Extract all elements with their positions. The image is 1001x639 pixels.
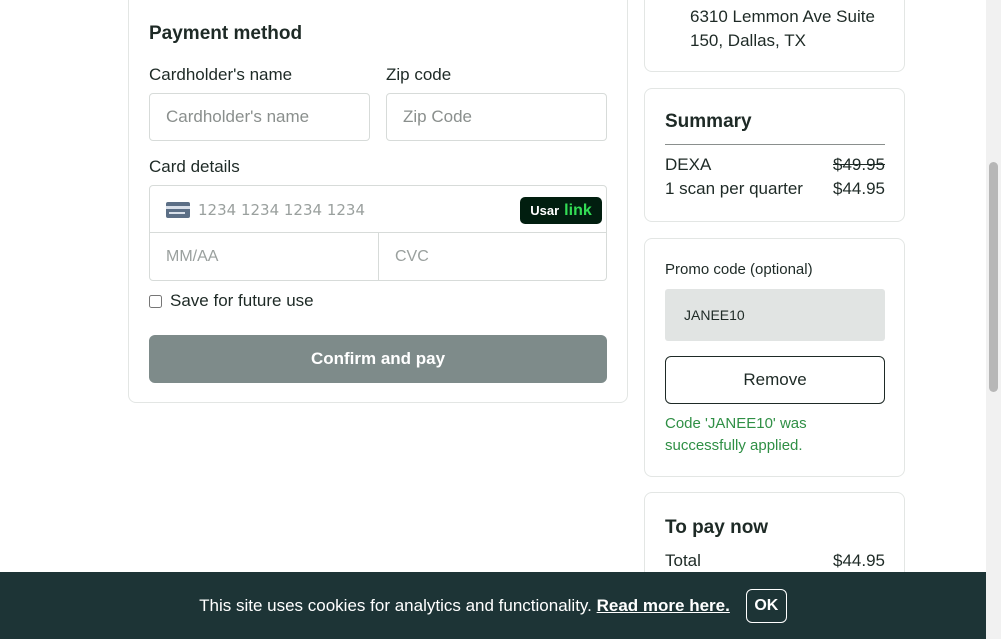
link-badge-prefix: Usar — [530, 203, 560, 218]
payment-method-title: Payment method — [149, 23, 303, 44]
card-number-input[interactable]: 1234 1234 1234 1234 Usar link — [150, 186, 606, 233]
summary-title: Summary — [665, 111, 752, 132]
cardholder-name-label: Cardholder's name — [149, 65, 293, 84]
card-details-field: 1234 1234 1234 1234 Usar link MM/AA CVC — [149, 185, 607, 281]
total-value: $44.95 — [833, 551, 885, 570]
read-more-link[interactable]: Read more here. — [597, 596, 730, 615]
zip-code-input[interactable] — [386, 93, 607, 141]
cardholder-name-input[interactable] — [149, 93, 370, 141]
promo-success-message: Code 'JANEE10' was successfully applied. — [665, 415, 807, 454]
summary-row-label: 1 scan per quarter — [665, 179, 803, 198]
address-text: 6310 Lemmon Ave Suite 150, Dallas, TX — [690, 5, 875, 53]
to-pay-title: To pay now — [665, 517, 769, 538]
summary-divider — [665, 144, 885, 145]
summary-card: Summary DEXA $49.95 1 scan per quarter $… — [644, 88, 905, 222]
total-label: Total — [665, 551, 701, 570]
confirm-and-pay-button[interactable]: Confirm and pay — [149, 335, 607, 383]
save-for-future-checkbox[interactable] — [149, 294, 162, 308]
summary-row: DEXA $49.95 — [665, 155, 885, 175]
save-for-future-row: Save for future use — [149, 291, 314, 311]
cookie-ok-button[interactable]: OK — [745, 588, 787, 623]
zip-code-label: Zip code — [386, 65, 452, 84]
cookie-banner: This site uses cookies for analytics and… — [0, 572, 986, 639]
remove-promo-button[interactable]: Remove — [665, 356, 885, 404]
summary-row: 1 scan per quarter $44.95 — [665, 179, 885, 199]
page-scrollbar[interactable] — [986, 0, 1001, 639]
address-card: 6310 Lemmon Ave Suite 150, Dallas, TX — [644, 0, 905, 72]
payment-method-card: Payment method Cardholder's name Zip cod… — [128, 0, 628, 403]
credit-card-icon — [166, 202, 190, 218]
save-for-future-label: Save for future use — [170, 291, 314, 310]
card-details-label: Card details — [149, 157, 240, 176]
cookie-message: This site uses cookies for analytics and… — [199, 596, 730, 616]
card-number-placeholder: 1234 1234 1234 1234 — [198, 201, 365, 219]
address-line-1: 6310 Lemmon Ave Suite — [690, 7, 875, 26]
summary-row-original-price: $49.95 — [833, 155, 885, 174]
promo-code-card: Promo code (optional) Remove Code 'JANEE… — [644, 238, 905, 477]
link-badge-brand: link — [564, 201, 592, 219]
expiry-placeholder: MM/AA — [166, 248, 219, 265]
cvc-input[interactable]: CVC — [379, 233, 607, 281]
cvc-placeholder: CVC — [395, 248, 429, 265]
summary-row-label: DEXA — [665, 155, 712, 174]
link-autofill-button[interactable]: Usar link — [520, 197, 602, 224]
promo-code-input[interactable] — [665, 289, 885, 341]
scrollbar-thumb[interactable] — [989, 162, 998, 392]
summary-row-price: $44.95 — [833, 179, 885, 198]
total-row: Total $44.95 — [665, 551, 885, 571]
address-line-2: 150, Dallas, TX — [690, 31, 806, 50]
promo-code-label: Promo code (optional) — [665, 261, 813, 278]
cookie-text: This site uses cookies for analytics and… — [199, 595, 592, 615]
expiry-date-input[interactable]: MM/AA — [150, 233, 379, 281]
